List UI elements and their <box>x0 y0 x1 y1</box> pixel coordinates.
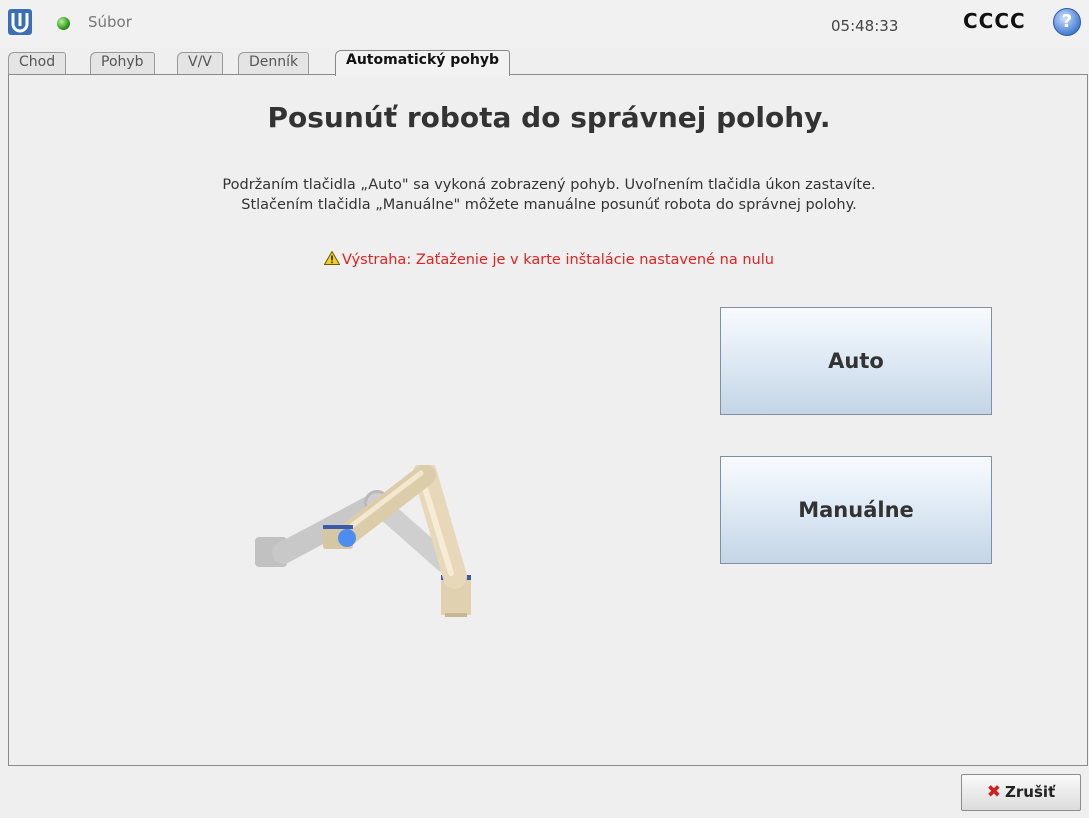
clock: 05:48:33 <box>831 17 899 35</box>
warning-icon <box>324 251 341 265</box>
top-bar: Súbor 05:48:33 CCCC ? <box>0 0 1089 48</box>
robot-preview-image <box>255 465 471 617</box>
main-panel: Posunúť robota do správnej polohy. Podrž… <box>8 74 1088 766</box>
tab-io[interactable]: V/V <box>177 52 223 75</box>
auto-button[interactable]: Auto <box>720 307 992 415</box>
tab-automaticky-pohyb[interactable]: Automatický pohyb <box>335 50 511 76</box>
manual-button[interactable]: Manuálne <box>720 456 992 564</box>
ur-logo-icon <box>8 9 32 35</box>
file-menu[interactable]: Súbor <box>88 13 132 31</box>
payload-warning: Výstraha: Zaťaženie je v karte inštaláci… <box>9 251 1089 268</box>
instruction-line-2: Stlačením tlačidla „Manuálne" môžete man… <box>241 197 857 213</box>
instruction-line-1: Podržaním tlačidla „Auto" sa vykoná zobr… <box>222 177 876 193</box>
footer-bar: ✖ Zrušiť <box>0 766 1089 818</box>
close-icon: ✖ <box>986 782 1002 802</box>
cancel-label: Zrušiť <box>1005 783 1056 801</box>
tab-chod[interactable]: Chod <box>8 52 67 75</box>
robot-name: CCCC <box>963 9 1026 33</box>
instructions: Podržaním tlačidla „Auto" sa vykoná zobr… <box>9 175 1089 215</box>
help-button[interactable]: ? <box>1053 8 1081 36</box>
tab-pohyb[interactable]: Pohyb <box>90 52 155 75</box>
robot-status-icon <box>57 17 70 30</box>
page-title: Posunúť robota do správnej polohy. <box>267 101 831 134</box>
cancel-button[interactable]: ✖ Zrušiť <box>961 774 1081 811</box>
warning-text: Výstraha: Zaťaženie je v karte inštaláci… <box>342 252 774 268</box>
tab-dennik[interactable]: Denník <box>238 52 310 75</box>
tab-bar: Chod Pohyb V/V Denník Automatický pohyb <box>0 48 1089 76</box>
